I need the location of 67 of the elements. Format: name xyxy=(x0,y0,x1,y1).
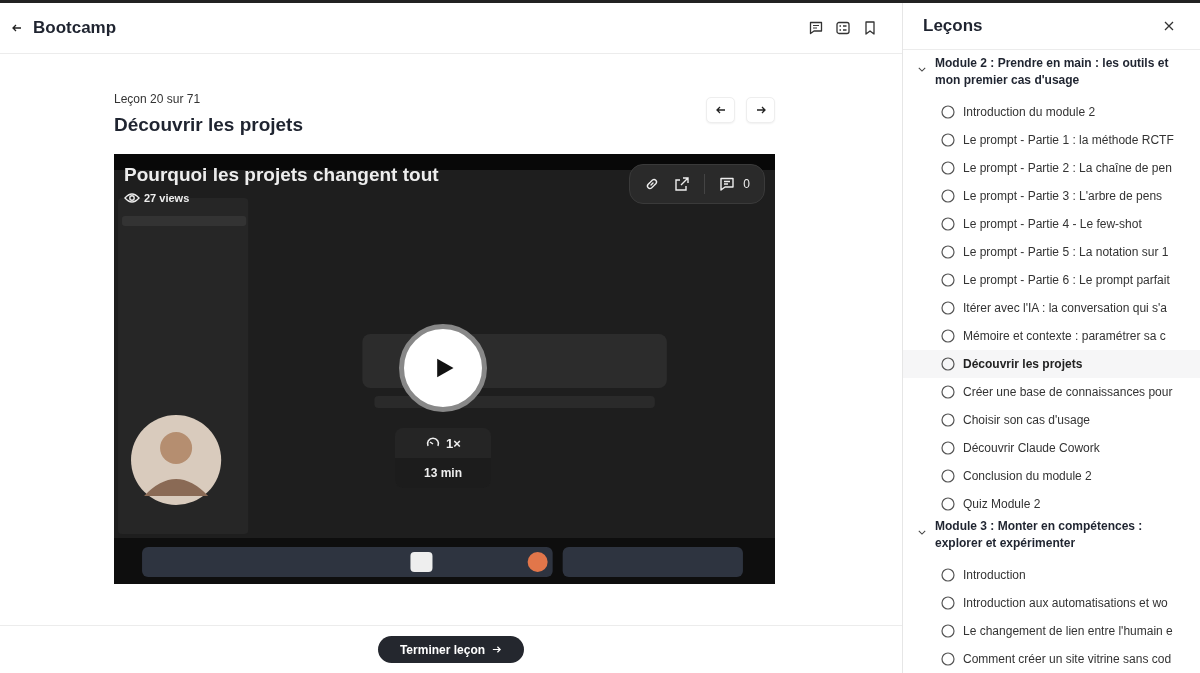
circle-icon xyxy=(941,652,955,666)
circle-icon xyxy=(941,301,955,315)
circle-icon xyxy=(941,385,955,399)
lesson-item[interactable]: Conclusion du module 2 xyxy=(903,462,1200,490)
circle-icon xyxy=(941,105,955,119)
lesson-item[interactable]: Mémoire et contexte : paramétrer sa c xyxy=(903,322,1200,350)
lesson-item[interactable]: Introduction du module 2 xyxy=(903,98,1200,126)
lesson-item[interactable]: Itérer avec l'IA : la conversation qui s'a xyxy=(903,294,1200,322)
circle-icon xyxy=(941,441,955,455)
lesson-item[interactable]: Choisir son cas d'usage xyxy=(903,406,1200,434)
lesson-item[interactable]: Le prompt - Partie 3 : L'arbre de pens xyxy=(903,182,1200,210)
lesson-counter: Leçon 20 sur 71 xyxy=(114,92,202,106)
lesson-item[interactable]: Quiz Module 2 xyxy=(903,490,1200,518)
view-count: 27 views xyxy=(144,192,190,204)
circle-icon xyxy=(941,273,955,287)
comment-icon[interactable] xyxy=(808,20,824,36)
video-duration: 13 min xyxy=(395,458,491,488)
circle-icon xyxy=(941,596,955,610)
lesson-item[interactable]: Créer une base de connaissances pour xyxy=(903,378,1200,406)
module-header[interactable]: Module 2 : Prendre en main : les outils et mon premier cas d'usage xyxy=(903,55,1200,98)
bookmark-icon[interactable] xyxy=(862,20,878,36)
external-link-icon[interactable] xyxy=(674,176,691,192)
comment-icon[interactable] xyxy=(719,176,736,192)
next-lesson-button[interactable] xyxy=(746,97,775,123)
circle-icon xyxy=(941,497,955,511)
module-title: Module 2 : Prendre en main : les outils et mon premier cas d'usage xyxy=(935,55,1170,89)
lesson-item[interactable]: Le prompt - Partie 4 - Le few-shot xyxy=(903,210,1200,238)
previous-lesson-button[interactable] xyxy=(706,97,735,123)
lesson-item[interactable]: Le changement de lien entre l'humain e xyxy=(903,617,1200,645)
left-arrow-icon xyxy=(714,104,727,116)
circle-icon xyxy=(941,133,955,147)
circle-icon xyxy=(941,189,955,203)
circle-icon xyxy=(941,329,955,343)
video-title: Pourquoi les projets changent tout xyxy=(124,164,439,186)
lesson-item[interactable]: Découvrir les projets xyxy=(903,350,1200,378)
back-arrow-icon[interactable] xyxy=(11,22,23,34)
chevron-icon[interactable] xyxy=(918,530,926,535)
module-title: Module 3 : Monter en compétences : explorer et expérimenter xyxy=(935,518,1144,552)
course-title: Bootcamp xyxy=(33,18,117,38)
circle-icon xyxy=(941,469,955,483)
lesson-item[interactable]: Comment créer un site vitrine sans cod xyxy=(903,645,1200,673)
circle-icon xyxy=(941,357,955,371)
sidebar-title: Leçons xyxy=(923,16,983,36)
playback-speed[interactable]: 1× xyxy=(446,435,461,451)
circle-icon xyxy=(941,245,955,259)
lesson-item[interactable]: Introduction aux automatisations et wo xyxy=(903,589,1200,617)
checklist-icon[interactable] xyxy=(835,20,851,36)
circle-icon xyxy=(941,161,955,175)
lesson-item[interactable]: Découvrir Claude Cowork xyxy=(903,434,1200,462)
eye-icon xyxy=(124,192,140,204)
module-header[interactable]: Module 3 : Monter en compétences : explorer et expérimenter xyxy=(903,518,1200,561)
finish-lesson-button[interactable]: Terminer leçon xyxy=(377,636,525,663)
close-icon[interactable] xyxy=(1164,21,1174,31)
circle-icon xyxy=(941,217,955,231)
circle-icon xyxy=(941,568,955,582)
lesson-item[interactable]: Le prompt - Partie 1 : la méthode RCTF xyxy=(903,126,1200,154)
right-arrow-icon xyxy=(491,644,503,655)
circle-icon xyxy=(941,624,955,638)
chevron-icon[interactable] xyxy=(918,67,926,72)
lesson-item[interactable]: Le prompt - Partie 5 : La notation sur 1 xyxy=(903,238,1200,266)
circle-icon xyxy=(941,413,955,427)
comment-count: 0 xyxy=(743,177,750,191)
right-arrow-icon xyxy=(754,104,767,116)
lesson-title: Découvrir les projets xyxy=(114,114,304,136)
lesson-item[interactable]: Introduction xyxy=(903,561,1200,589)
lesson-item[interactable]: Le prompt - Partie 2 : La chaîne de pen xyxy=(903,154,1200,182)
lesson-item[interactable]: Le prompt - Partie 6 : Le prompt parfait xyxy=(903,266,1200,294)
